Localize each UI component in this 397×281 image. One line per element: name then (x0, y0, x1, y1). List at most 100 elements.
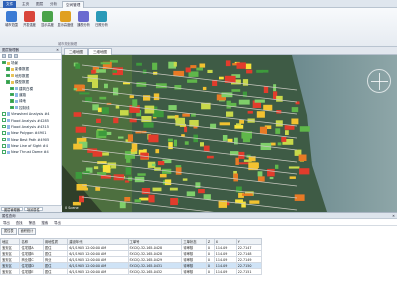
building-block[interactable] (199, 63, 206, 68)
building-block[interactable] (249, 200, 260, 204)
building-block[interactable] (254, 99, 265, 103)
building-block[interactable] (96, 69, 106, 73)
building-block[interactable] (284, 125, 295, 130)
building-block[interactable] (186, 191, 196, 197)
building-block[interactable] (291, 118, 299, 125)
building-block[interactable] (164, 179, 172, 186)
building-block[interactable] (239, 119, 244, 124)
close-icon[interactable]: ✕ (392, 213, 395, 219)
tab-2d-map[interactable]: 二维地图 (64, 48, 88, 55)
building-block[interactable] (168, 105, 177, 111)
layer-checkbox[interactable] (2, 137, 6, 142)
building-block[interactable] (92, 104, 99, 111)
building-block[interactable] (242, 79, 249, 86)
building-block[interactable] (175, 167, 182, 175)
refresh-icon[interactable] (14, 54, 18, 58)
building-block[interactable] (136, 62, 142, 66)
building-block[interactable] (104, 83, 108, 89)
building-block[interactable] (256, 69, 263, 73)
building-block[interactable] (112, 70, 117, 73)
building-block[interactable] (173, 62, 177, 67)
building-block[interactable] (174, 85, 182, 90)
building-block[interactable] (168, 142, 173, 150)
building-block[interactable] (269, 177, 274, 180)
dev-intensity-button[interactable]: 开发强度 (21, 11, 38, 41)
building-block[interactable] (226, 111, 234, 117)
building-block[interactable] (75, 126, 86, 133)
building-block[interactable] (299, 126, 310, 132)
tab-home[interactable]: 主页 (19, 1, 32, 8)
sunlight-button[interactable]: 日照分析 (93, 11, 110, 41)
building-block[interactable] (113, 87, 119, 96)
building-block[interactable] (234, 124, 244, 129)
building-block[interactable] (127, 134, 133, 142)
layer-checkbox[interactable] (6, 80, 10, 84)
layer-checkbox[interactable] (2, 124, 6, 129)
building-block[interactable] (196, 67, 203, 71)
building-block[interactable] (152, 187, 162, 192)
building-block[interactable] (73, 112, 82, 117)
toolbar-filter[interactable]: 筛选 (29, 220, 36, 225)
building-block[interactable] (184, 141, 189, 145)
layer-checkbox[interactable] (2, 131, 6, 135)
building-block[interactable] (184, 126, 188, 133)
building-block[interactable] (263, 104, 273, 111)
close-icon[interactable]: ✕ (56, 47, 59, 53)
building-block[interactable] (219, 76, 224, 80)
tab-layers[interactable]: 图层 (33, 1, 46, 8)
toolbar-find[interactable]: 查找 (16, 220, 23, 225)
building-block[interactable] (202, 86, 207, 91)
toolbar-search[interactable]: 搜索 (41, 220, 48, 225)
building-block[interactable] (225, 60, 231, 67)
building-block[interactable] (289, 176, 296, 179)
building-block[interactable] (247, 110, 253, 114)
building-block[interactable] (137, 173, 146, 176)
building-block[interactable] (277, 142, 282, 146)
building-block[interactable] (115, 105, 120, 109)
building-block[interactable] (75, 63, 81, 69)
building-block[interactable] (291, 107, 299, 113)
building-block[interactable] (120, 110, 129, 116)
building-block[interactable] (152, 62, 158, 70)
building-block[interactable] (173, 70, 185, 77)
building-block[interactable] (257, 171, 263, 177)
building-block[interactable] (73, 88, 77, 91)
building-block[interactable] (195, 182, 201, 188)
viewshed-button[interactable]: 通视分析 (75, 11, 92, 41)
building-block[interactable] (97, 172, 107, 175)
building-block[interactable] (153, 93, 160, 101)
layer-checkbox[interactable] (10, 105, 14, 110)
city-range-button[interactable]: 城市范围 (3, 11, 20, 41)
building-block[interactable] (79, 92, 90, 95)
building-block[interactable] (236, 62, 246, 69)
building-block[interactable] (113, 117, 119, 124)
building-block[interactable] (100, 62, 110, 65)
building-block[interactable] (157, 161, 165, 166)
building-block[interactable] (98, 131, 107, 136)
building-block[interactable] (72, 201, 81, 206)
building-block[interactable] (96, 118, 101, 123)
building-block[interactable] (275, 128, 281, 134)
layer-checkbox[interactable] (2, 150, 6, 154)
building-block[interactable] (241, 201, 246, 208)
building-block[interactable] (155, 149, 160, 154)
layer-checkbox[interactable] (2, 60, 6, 65)
remove-layer-icon[interactable] (8, 54, 12, 58)
building-block[interactable] (242, 193, 253, 196)
building-block[interactable] (134, 199, 142, 203)
building-block[interactable] (91, 69, 96, 74)
show-height-value-button[interactable]: 显示高度值 (57, 11, 74, 41)
toolbar-export-2[interactable]: 导出 (54, 220, 61, 225)
building-block[interactable] (190, 65, 197, 69)
layer-checkbox[interactable] (6, 67, 10, 71)
building-block[interactable] (148, 134, 159, 143)
building-block[interactable] (73, 143, 83, 150)
building-block[interactable] (101, 107, 109, 114)
tab-3d-map[interactable]: 三维地图 (88, 48, 112, 55)
building-block[interactable] (118, 136, 124, 139)
building-block[interactable] (275, 164, 279, 169)
toolbar-export-1[interactable]: 导出 (3, 220, 10, 225)
building-block[interactable] (233, 173, 238, 182)
building-block[interactable] (219, 122, 230, 126)
building-block[interactable] (245, 63, 252, 70)
